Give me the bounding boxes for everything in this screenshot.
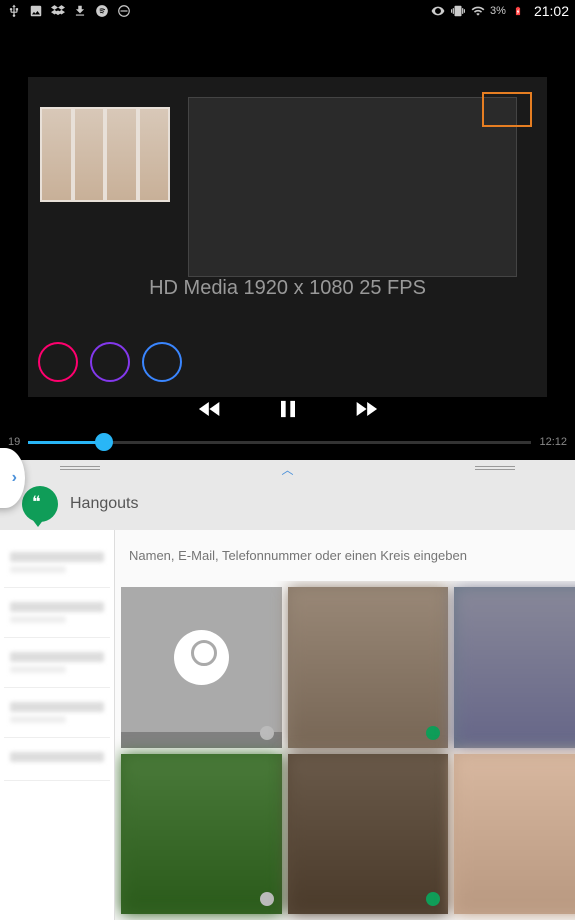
eye-icon [430, 3, 446, 19]
seek-track[interactable] [28, 441, 531, 444]
contact-tile[interactable] [288, 754, 449, 915]
forward-button[interactable] [352, 395, 380, 430]
drag-handle-left[interactable] [60, 466, 100, 472]
hangouts-header: Hangouts [0, 478, 575, 530]
presence-dot-online [426, 726, 440, 740]
hangouts-icon[interactable] [22, 486, 58, 522]
video-title-overlay: HD Media 1920 x 1080 25 FPS [149, 277, 426, 300]
no-entry-icon [116, 3, 132, 19]
avatar-placeholder-icon [174, 630, 229, 685]
spotify-icon [94, 3, 110, 19]
list-item[interactable] [4, 538, 110, 588]
pause-button[interactable] [274, 395, 302, 430]
status-left-icons [6, 3, 132, 19]
rewind-button[interactable] [196, 395, 224, 430]
battery-percent: 3% [490, 5, 506, 17]
elapsed-time: 19 [8, 436, 20, 448]
contact-tile[interactable] [454, 754, 575, 915]
contact-search-input[interactable] [115, 530, 575, 581]
video-progress[interactable]: 19 12:12 [0, 432, 575, 452]
contact-tile[interactable] [454, 587, 575, 748]
contact-tile[interactable] [288, 587, 449, 748]
drag-handle-right[interactable] [475, 466, 515, 472]
contacts-sidebar[interactable] [0, 530, 115, 920]
contact-tile[interactable] [121, 587, 282, 748]
usb-icon [6, 3, 22, 19]
contact-grid [115, 581, 575, 920]
battery-charging-icon [510, 3, 526, 19]
total-time: 12:12 [539, 436, 567, 448]
presence-dot-online [426, 892, 440, 906]
presence-dot-offline [260, 892, 274, 906]
list-item[interactable] [4, 738, 110, 781]
presence-dot-offline [260, 726, 274, 740]
list-item[interactable] [4, 688, 110, 738]
gallery-icon [28, 3, 44, 19]
video-thumbnail-panel [188, 97, 517, 277]
dropbox-icon [50, 3, 66, 19]
video-thumbnail-colorwheels [38, 342, 182, 382]
status-right-icons: 3% 21:02 [430, 3, 569, 19]
android-status-bar: 3% 21:02 [0, 0, 575, 22]
split-divider[interactable]: ︿ [0, 460, 575, 478]
contacts-main [115, 530, 575, 920]
playback-controls [0, 395, 575, 430]
vibrate-icon [450, 3, 466, 19]
list-item[interactable] [4, 588, 110, 638]
contact-tile[interactable] [121, 754, 282, 915]
wifi-icon [470, 3, 486, 19]
hangouts-title: Hangouts [70, 495, 139, 513]
video-frame: HD Media 1920 x 1080 25 FPS [28, 77, 547, 397]
hangouts-body [0, 530, 575, 920]
chevron-up-icon[interactable]: ︿ [281, 461, 293, 478]
list-item[interactable] [4, 638, 110, 688]
video-thumbnail-preview [482, 92, 532, 127]
seek-thumb[interactable] [95, 433, 113, 451]
status-time: 21:02 [534, 3, 569, 19]
download-icon [72, 3, 88, 19]
video-thumbnail-models [40, 107, 170, 202]
chevron-right-icon: › [12, 469, 17, 487]
video-player[interactable]: HD Media 1920 x 1080 25 FPS 19 12:12 [0, 22, 575, 460]
